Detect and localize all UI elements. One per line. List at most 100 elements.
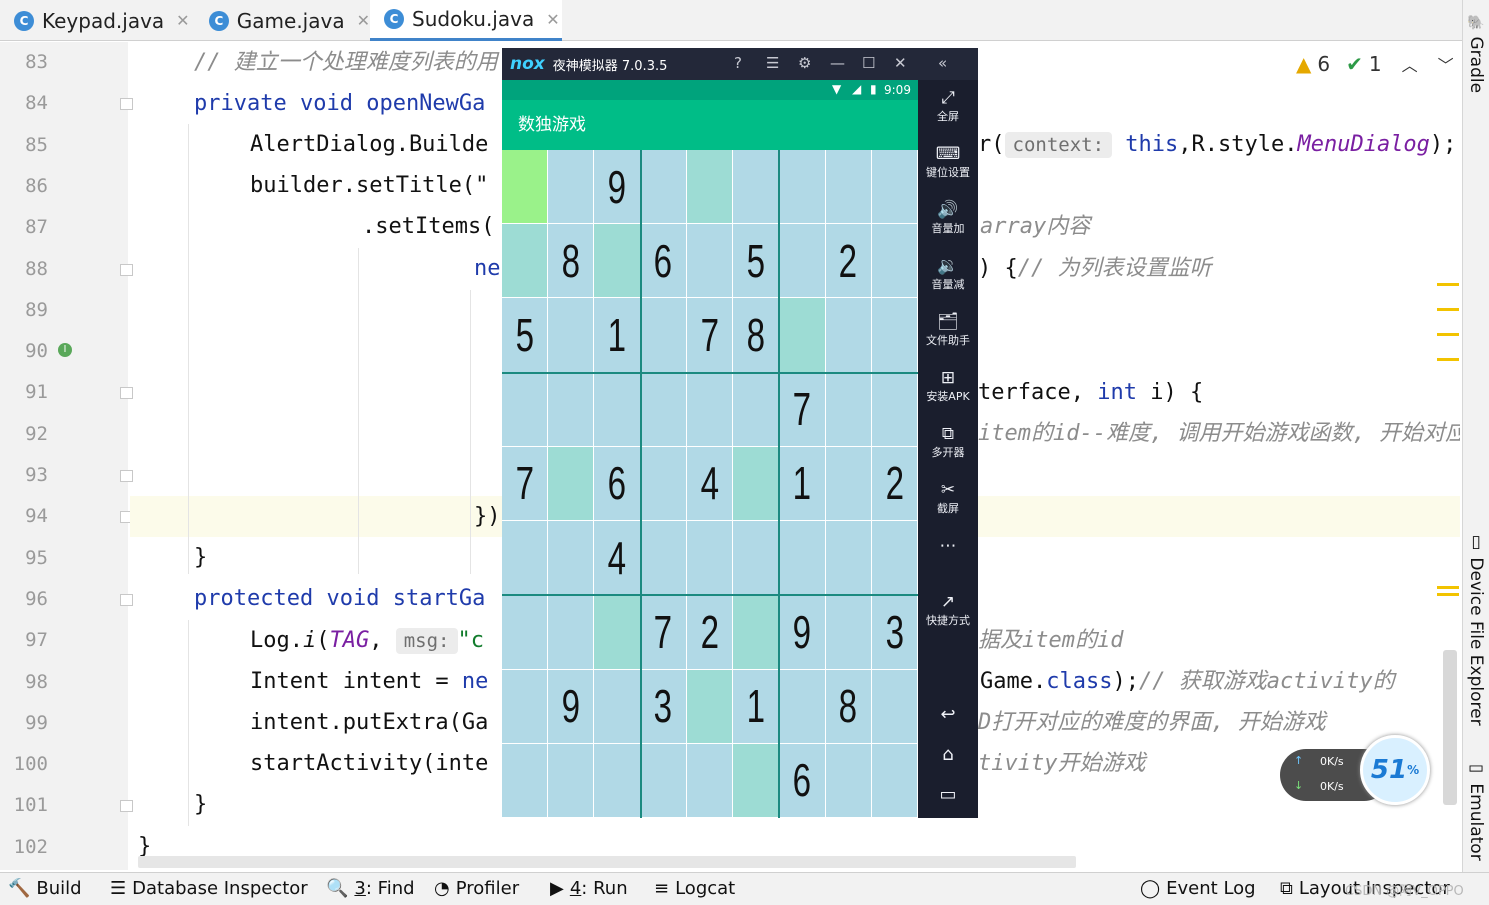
sudoku-cell[interactable] (502, 150, 549, 225)
sudoku-cell[interactable] (502, 743, 549, 818)
emulator-tool-键位设置[interactable]: ⌨ 键位设置 (918, 144, 978, 180)
emulator-tool-多开器[interactable]: ⧉ 多开器 (918, 424, 978, 460)
sudoku-cell[interactable] (825, 446, 872, 522)
sudoku-cell[interactable] (825, 521, 872, 596)
device-file-explorer-button[interactable]: ▯ Device File Explorer (1466, 532, 1486, 726)
sudoku-cell[interactable]: 3 (871, 595, 918, 670)
sudoku-cell[interactable] (779, 224, 826, 299)
back-icon[interactable]: ↩ (918, 704, 978, 725)
sudoku-cell[interactable] (871, 669, 918, 744)
network-speed-widget[interactable]: ↑ 0K/s ↓ 0K/s 51% (1280, 727, 1432, 813)
sudoku-cell[interactable]: 8 (825, 669, 872, 744)
sudoku-cell[interactable]: 4 (594, 521, 641, 596)
tab-sudoku[interactable]: C Sudoku.java ✕ (370, 0, 562, 41)
sudoku-cell[interactable] (733, 446, 780, 522)
error-stripe-mark[interactable] (1437, 283, 1459, 286)
horizontal-scrollbar[interactable] (138, 856, 1076, 868)
sudoku-cell[interactable] (871, 224, 918, 299)
menu-icon[interactable]: ☰ (766, 54, 779, 72)
sudoku-cell[interactable] (502, 521, 549, 596)
sudoku-cell[interactable]: 9 (594, 150, 641, 225)
sudoku-cell[interactable] (733, 595, 780, 670)
help-icon[interactable]: ? (734, 54, 742, 72)
tab-game[interactable]: C Game.java ✕ (195, 0, 370, 41)
sudoku-cell[interactable] (640, 521, 687, 596)
sudoku-cell[interactable]: 3 (640, 669, 687, 744)
sudoku-cell[interactable]: 1 (779, 446, 826, 522)
override-icon[interactable]: I (58, 343, 72, 357)
inspection-widget[interactable]: ▲ 6 ✔ 1 ︿ ﹀ (1296, 50, 1454, 78)
sudoku-cell[interactable] (871, 372, 918, 447)
emulator-tool-音量减[interactable]: 🔉 音量减 (918, 256, 978, 292)
close-icon[interactable]: ✕ (546, 10, 559, 29)
sudoku-cell[interactable] (733, 743, 780, 818)
build-tool-button[interactable]: 🔨 Build (8, 878, 82, 899)
sudoku-cell[interactable]: 9 (548, 669, 595, 744)
error-stripe-mark[interactable] (1437, 586, 1459, 589)
close-icon[interactable]: ✕ (357, 11, 370, 30)
sudoku-cell[interactable]: 1 (733, 669, 780, 744)
sudoku-cell[interactable] (779, 298, 826, 373)
chevron-down-icon[interactable]: ﹀ (1438, 52, 1454, 76)
sudoku-cell[interactable]: 8 (548, 224, 595, 299)
sudoku-cell[interactable]: 7 (640, 595, 687, 670)
sudoku-cell[interactable] (594, 669, 641, 744)
sudoku-cell[interactable]: 4 (686, 446, 734, 522)
close-icon[interactable]: ✕ (176, 11, 189, 30)
emulator-tool-more[interactable]: ⋯ (918, 536, 978, 556)
sudoku-cell[interactable] (733, 150, 780, 225)
speed-ball[interactable]: 51% (1360, 735, 1430, 805)
sudoku-cell[interactable] (686, 669, 734, 744)
sudoku-cell[interactable]: 7 (502, 446, 549, 522)
sudoku-cell[interactable] (779, 150, 826, 225)
sudoku-cell[interactable] (871, 743, 918, 818)
sudoku-cell[interactable] (548, 372, 595, 447)
sudoku-cell[interactable] (779, 669, 826, 744)
android-screen[interactable]: ▼ ◢ ▮ 9:09 数独游戏 986525178776412472939318… (502, 80, 918, 818)
emulator-tool-文件助手[interactable]: 🗂 文件助手 (918, 312, 978, 348)
error-stripe-mark[interactable] (1437, 593, 1459, 596)
sudoku-cell[interactable] (502, 372, 549, 447)
sudoku-cell[interactable] (548, 595, 595, 670)
sudoku-cell[interactable]: 7 (779, 372, 826, 447)
sudoku-cell[interactable] (686, 521, 734, 596)
sudoku-cell[interactable] (825, 372, 872, 447)
close-icon[interactable]: ✕ (894, 54, 907, 72)
sudoku-cell[interactable] (686, 372, 734, 447)
sudoku-cell[interactable] (548, 298, 595, 373)
sudoku-cell[interactable] (825, 743, 872, 818)
sudoku-cell[interactable] (594, 224, 641, 299)
sudoku-cell[interactable] (640, 150, 687, 225)
sudoku-cell[interactable] (594, 372, 641, 447)
sudoku-cell[interactable] (548, 743, 595, 818)
sudoku-cell[interactable] (548, 150, 595, 225)
sudoku-cell[interactable] (871, 521, 918, 596)
database-inspector-button[interactable]: ☰ Database Inspector (110, 878, 308, 899)
logcat-tool-button[interactable]: ≡ Logcat (654, 878, 735, 899)
sudoku-board[interactable]: 9865251787764124729393186 (502, 150, 918, 818)
sudoku-cell[interactable]: 2 (825, 224, 872, 299)
emulator-tool-快捷方式[interactable]: ↗ 快捷方式 (918, 592, 978, 628)
sudoku-cell[interactable] (825, 150, 872, 225)
minimize-icon[interactable]: — (830, 54, 845, 72)
event-log-button[interactable]: ◯ Event Log (1140, 878, 1256, 899)
sudoku-cell[interactable]: 2 (871, 446, 918, 522)
gear-icon[interactable]: ⚙ (798, 54, 811, 72)
chevron-up-icon[interactable]: ︿ (1402, 52, 1418, 76)
sudoku-cell[interactable] (640, 298, 687, 373)
sudoku-cell[interactable]: 6 (779, 743, 826, 818)
sudoku-cell[interactable] (548, 446, 595, 522)
emulator-tool-安装APK[interactable]: ⊞ 安装APK (918, 368, 978, 404)
sudoku-cell[interactable] (825, 595, 872, 670)
home-icon[interactable]: ⌂ (918, 744, 978, 765)
sudoku-cell[interactable] (686, 150, 734, 225)
sudoku-cell[interactable] (871, 150, 918, 225)
sudoku-cell[interactable]: 5 (502, 298, 549, 373)
sudoku-cell[interactable] (594, 743, 641, 818)
sudoku-cell[interactable] (686, 224, 734, 299)
nox-emulator-window[interactable]: nox 夜神模拟器 7.0.3.5 ? ☰ ⚙ — ☐ ✕ « ▼ ◢ ▮ 9:… (502, 48, 978, 818)
sudoku-cell[interactable] (640, 372, 687, 447)
emulator-tool-全屏[interactable]: ⤢ 全屏 (918, 88, 978, 124)
sudoku-cell[interactable] (594, 595, 641, 670)
sudoku-cell[interactable] (502, 669, 549, 744)
